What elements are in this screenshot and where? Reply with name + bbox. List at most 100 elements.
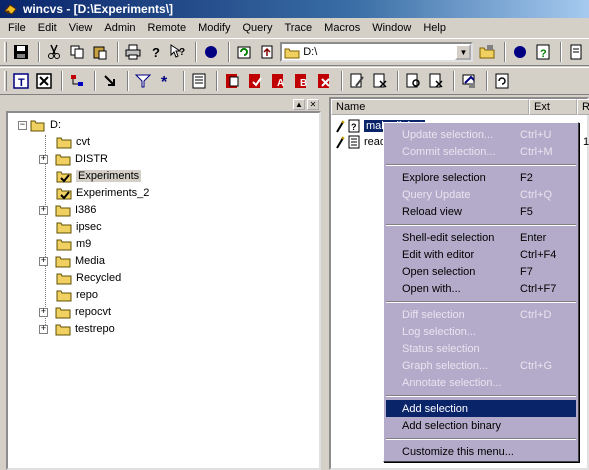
path-combobox[interactable]: D:\ ▼: [280, 42, 474, 62]
paste-icon[interactable]: [90, 42, 110, 62]
context-menu: Update selection... Ctrl+U Commit selecti…: [383, 122, 579, 462]
folder-tree[interactable]: − D: cvt + DISTR Experiments Experiments…: [6, 111, 321, 470]
checkout-arrow-icon[interactable]: [100, 71, 120, 91]
new-file-icon[interactable]: [566, 42, 586, 62]
column-header-rev[interactable]: R: [577, 99, 589, 115]
menu-item-open-selection[interactable]: Open selection F7: [386, 263, 576, 280]
menu-modify[interactable]: Modify: [192, 19, 236, 37]
copy-icon[interactable]: [67, 42, 87, 62]
refresh-view-icon[interactable]: [234, 42, 254, 62]
menu-item-customize-menu[interactable]: Customize this menu...: [386, 443, 576, 460]
tree-item-testrepo[interactable]: + testrepo: [39, 321, 115, 337]
menu-item-reload-view[interactable]: Reload view F5: [386, 203, 576, 220]
window-title: wincvs - [D:\Experiments\]: [23, 2, 174, 16]
close-pane-icon[interactable]: ✕: [307, 98, 319, 110]
ignore-star-icon[interactable]: *: [156, 71, 176, 91]
unedit-file-icon[interactable]: [370, 71, 390, 91]
filter-icon[interactable]: [133, 71, 153, 91]
menu-macros[interactable]: Macros: [318, 19, 366, 37]
stop-command-icon[interactable]: [510, 42, 530, 62]
toolbar-grip[interactable]: [4, 42, 7, 62]
menu-query[interactable]: Query: [236, 19, 278, 37]
watch-off-icon[interactable]: [426, 71, 446, 91]
tree-toggle-icon[interactable]: [67, 71, 87, 91]
menu-item-commit-selection[interactable]: Commit selection... Ctrl+M: [386, 143, 576, 160]
menu-item-update-selection[interactable]: Update selection... Ctrl+U: [386, 126, 576, 143]
commit-icon[interactable]: [245, 71, 265, 91]
tree-item-repocvt[interactable]: + repocvt: [39, 304, 111, 320]
menu-remote[interactable]: Remote: [142, 19, 193, 37]
menu-item-shell-edit-selection[interactable]: Shell-edit selection Enter: [386, 229, 576, 246]
maximize-pane-icon[interactable]: ▲: [293, 98, 305, 110]
tag-icon[interactable]: [459, 71, 479, 91]
help-icon[interactable]: ?: [146, 42, 166, 62]
file-row[interactable]: read: [335, 134, 386, 150]
status-list-icon[interactable]: [189, 71, 209, 91]
go-up-icon[interactable]: [257, 42, 277, 62]
tree-item-i386[interactable]: + I386: [39, 202, 96, 218]
menu-item-add-selection[interactable]: Add selection: [386, 400, 576, 417]
save-icon[interactable]: [11, 42, 31, 62]
binary-file-icon[interactable]: [34, 71, 54, 91]
folder-icon: [56, 137, 72, 148]
update-icon[interactable]: [222, 71, 242, 91]
menu-item-query-update[interactable]: Query Update Ctrl+Q: [386, 186, 576, 203]
menu-item-diff-selection[interactable]: Diff selection Ctrl+D: [386, 306, 576, 323]
stop-icon[interactable]: [201, 42, 221, 62]
svg-text:?: ?: [351, 122, 357, 132]
menu-item-open-with[interactable]: Open with... Ctrl+F7: [386, 280, 576, 297]
expand-icon[interactable]: +: [39, 307, 48, 317]
toolbar-grip[interactable]: [4, 71, 7, 91]
wincvs-app-icon: [4, 4, 17, 15]
tree-item-distr[interactable]: + DISTR: [39, 151, 108, 167]
expand-icon[interactable]: +: [39, 324, 48, 334]
menu-item-status-selection[interactable]: Status selection: [386, 340, 576, 357]
tree-item-m9[interactable]: m9: [56, 236, 91, 252]
menu-edit[interactable]: Edit: [32, 19, 63, 37]
menu-admin[interactable]: Admin: [98, 19, 141, 37]
menu-item-graph-selection[interactable]: Graph selection... Ctrl+G: [386, 357, 576, 374]
expand-icon[interactable]: +: [39, 256, 48, 266]
menu-item-add-selection-binary[interactable]: Add selection binary: [386, 417, 576, 434]
add-icon[interactable]: A: [268, 71, 288, 91]
cut-icon[interactable]: [44, 42, 64, 62]
menu-item-edit-with-editor[interactable]: Edit with editor Ctrl+F4: [386, 246, 576, 263]
chevron-down-icon[interactable]: ▼: [455, 44, 472, 60]
text-file-icon[interactable]: T: [11, 71, 31, 91]
toolbar-separator: [216, 71, 218, 91]
title-bar: wincvs - [D:\Experiments\]: [0, 0, 589, 18]
add-binary-icon[interactable]: B: [291, 71, 311, 91]
edit-file-icon[interactable]: [347, 71, 367, 91]
tree-root[interactable]: − D:: [18, 117, 61, 133]
tree-item-recycled[interactable]: Recycled: [56, 270, 121, 286]
expand-icon[interactable]: +: [39, 154, 48, 164]
tree-item-media[interactable]: + Media: [39, 253, 105, 269]
query-help-icon[interactable]: ?: [533, 42, 553, 62]
tree-item-experiments[interactable]: Experiments: [56, 168, 142, 184]
reload-icon[interactable]: [492, 71, 512, 91]
watch-on-icon[interactable]: [403, 71, 423, 91]
menu-item-annotate-selection[interactable]: Annotate selection...: [386, 374, 576, 391]
expand-icon[interactable]: +: [39, 205, 48, 215]
collapse-icon[interactable]: −: [18, 120, 27, 130]
remove-icon[interactable]: [314, 71, 334, 91]
tree-item-label: ipsec: [76, 221, 102, 233]
tree-item-experiments-2[interactable]: Experiments_2: [56, 185, 149, 201]
browse-folder-icon[interactable]: [477, 42, 497, 62]
menu-window[interactable]: Window: [366, 19, 417, 37]
menu-file[interactable]: File: [2, 19, 32, 37]
menu-item-log-selection[interactable]: Log selection...: [386, 323, 576, 340]
tree-item-repo[interactable]: repo: [56, 287, 98, 303]
column-header-ext[interactable]: Ext: [529, 99, 577, 115]
menu-help[interactable]: Help: [417, 19, 452, 37]
menu-trace[interactable]: Trace: [278, 19, 318, 37]
context-help-icon[interactable]: ?: [169, 42, 189, 62]
tree-item-cvt[interactable]: cvt: [56, 134, 90, 150]
menu-view[interactable]: View: [63, 19, 99, 37]
column-header-name[interactable]: Name: [331, 99, 529, 115]
svg-text:?: ?: [152, 45, 160, 60]
tree-item-ipsec[interactable]: ipsec: [56, 219, 102, 235]
tree-item-label: Media: [75, 255, 105, 267]
print-icon[interactable]: [123, 42, 143, 62]
menu-item-explore-selection[interactable]: Explore selection F2: [386, 169, 576, 186]
